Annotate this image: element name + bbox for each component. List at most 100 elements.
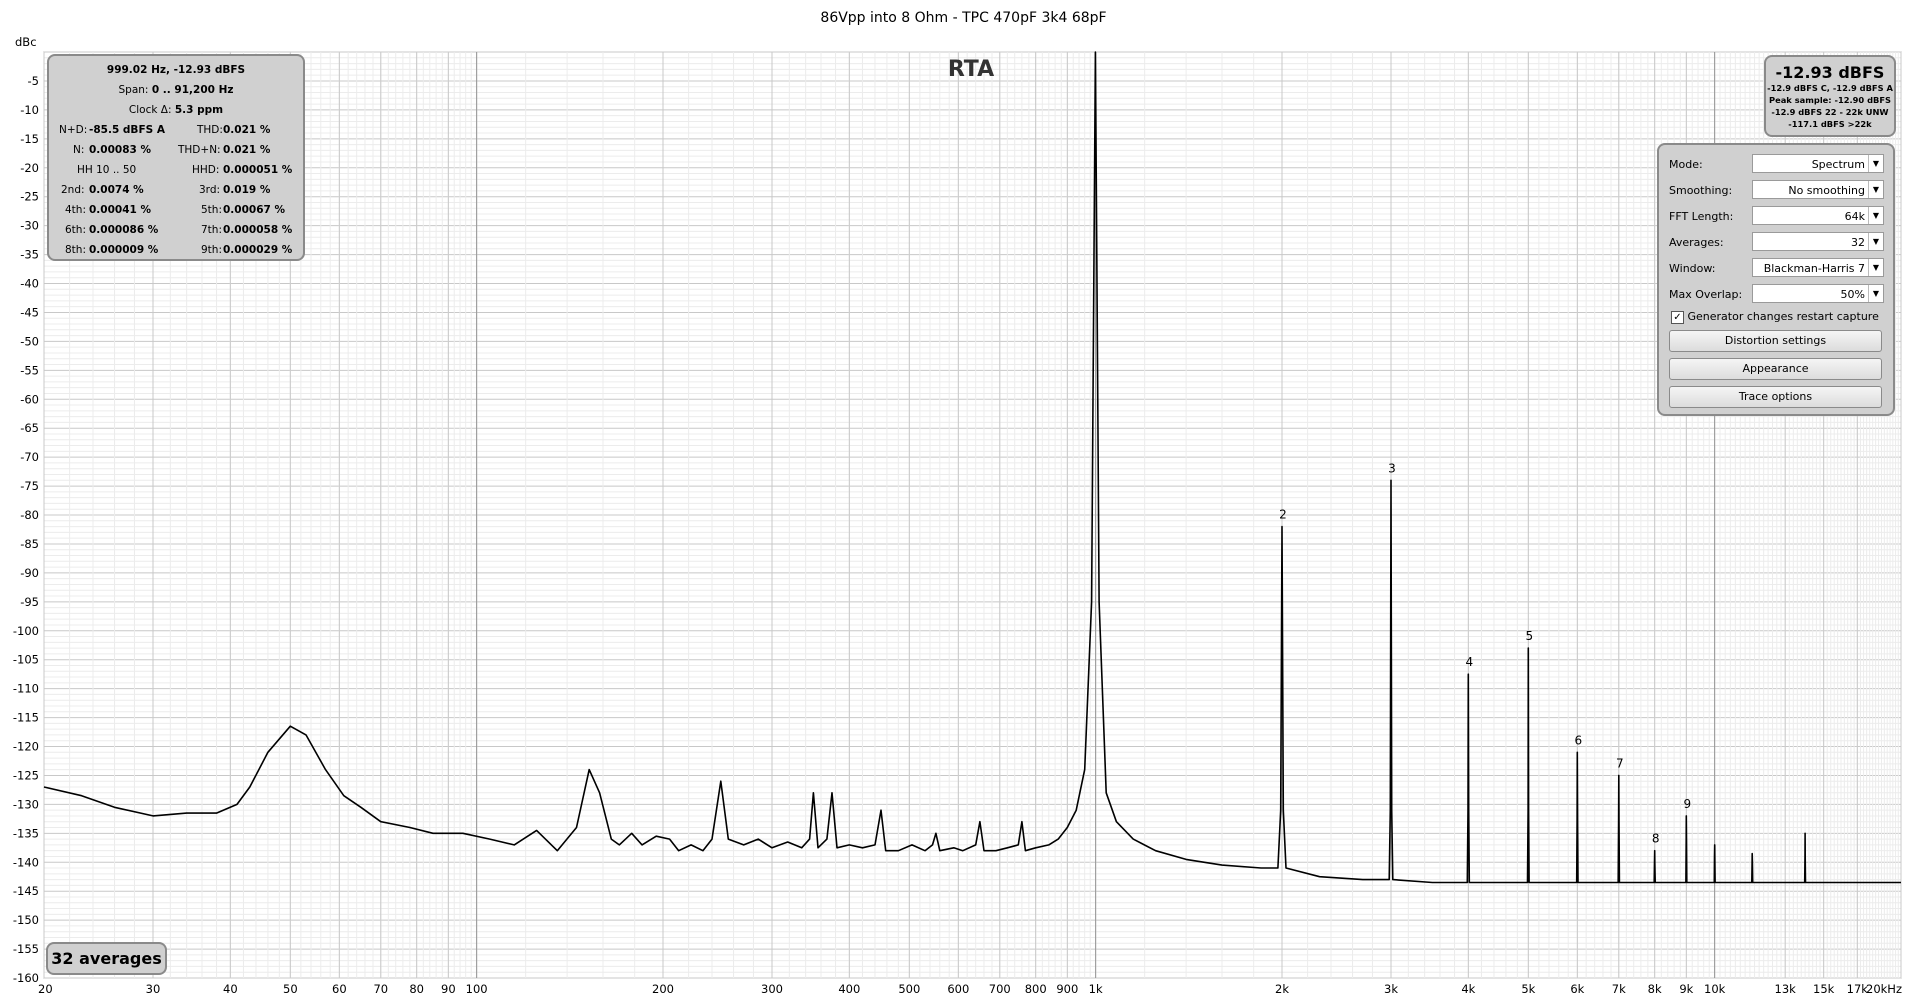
y-tick-label: -40 bbox=[20, 277, 39, 291]
y-tick-label: -85 bbox=[20, 537, 39, 551]
mode-row: Mode: Spectrum ▼ bbox=[1669, 154, 1885, 175]
window-label: Window: bbox=[1669, 262, 1716, 275]
y-tick-label: -140 bbox=[13, 855, 39, 869]
y-tick-label: -45 bbox=[20, 305, 39, 319]
max-overlap-label: Max Overlap: bbox=[1669, 288, 1743, 301]
restart-capture-row: ✓ Generator changes restart capture bbox=[1671, 310, 1879, 324]
y-tick-label: -95 bbox=[20, 595, 39, 609]
y-tick-label: -125 bbox=[13, 768, 39, 782]
chevron-down-icon: ▼ bbox=[1868, 285, 1883, 302]
averages-select[interactable]: 32 ▼ bbox=[1752, 232, 1884, 251]
harmonic-label: 7 bbox=[1616, 756, 1624, 770]
restart-capture-label: Generator changes restart capture bbox=[1687, 310, 1879, 323]
harmonic-label: 4 bbox=[1466, 655, 1474, 669]
fft-length-select[interactable]: 64k ▼ bbox=[1752, 206, 1884, 225]
smoothing-row: Smoothing: No smoothing ▼ bbox=[1669, 180, 1885, 201]
x-tick-label: 13k bbox=[1775, 982, 1797, 996]
x-tick-label: 300 bbox=[761, 982, 783, 996]
y-tick-label: -20 bbox=[20, 161, 39, 175]
y-axis-label: dBc bbox=[15, 35, 37, 49]
x-tick-label: 100 bbox=[466, 982, 488, 996]
y-tick-label: -15 bbox=[20, 132, 39, 146]
x-tick-label: 6k bbox=[1570, 982, 1584, 996]
x-tick-label: 700 bbox=[989, 982, 1011, 996]
info-clock: Clock Δ: 5.3 ppm bbox=[128, 104, 224, 116]
info-header: 999.02 Hz, -12.93 dBFS bbox=[106, 64, 246, 76]
y-tick-label: -70 bbox=[20, 450, 39, 464]
y-tick-label: -155 bbox=[13, 942, 39, 956]
restart-capture-checkbox[interactable]: ✓ bbox=[1671, 310, 1684, 324]
y-tick-label: -5 bbox=[28, 74, 39, 88]
chevron-down-icon: ▼ bbox=[1868, 233, 1883, 250]
max-overlap-select[interactable]: 50% ▼ bbox=[1752, 284, 1884, 303]
y-tick-label: -110 bbox=[13, 682, 39, 696]
rta-overlay-label: RTA bbox=[948, 57, 994, 82]
harmonic-label: 3 bbox=[1388, 461, 1396, 475]
x-tick-label: 7k bbox=[1612, 982, 1626, 996]
y-tick-label: -120 bbox=[13, 740, 39, 754]
y-tick-label: -10 bbox=[20, 103, 39, 117]
chevron-down-icon: ▼ bbox=[1868, 259, 1883, 276]
y-tick-label: -100 bbox=[13, 624, 39, 638]
y-tick-label: -80 bbox=[20, 508, 39, 522]
y-tick-label: -55 bbox=[20, 363, 39, 377]
window-select[interactable]: Blackman-Harris 7 ▼ bbox=[1752, 258, 1884, 277]
x-tick-label: 1k bbox=[1089, 982, 1103, 996]
y-tick-label: -25 bbox=[20, 190, 39, 204]
info-span: Span: 0 .. 91,200 Hz bbox=[118, 84, 234, 96]
x-tick-label: 800 bbox=[1025, 982, 1047, 996]
y-tick-label: -130 bbox=[13, 797, 39, 811]
chart-title: 86Vpp into 8 Ohm - TPC 470pF 3k4 68pF bbox=[820, 10, 1106, 26]
level-main: -12.93 dBFS bbox=[1775, 63, 1885, 82]
window-row: Window: Blackman-Harris 7 ▼ bbox=[1669, 258, 1885, 279]
harmonic-label: 5 bbox=[1526, 629, 1534, 643]
fft-length-label: FFT Length: bbox=[1669, 210, 1734, 223]
smoothing-select[interactable]: No smoothing ▼ bbox=[1752, 180, 1884, 199]
level-line-3: -12.9 dBFS 22 - 22k UNW bbox=[1771, 107, 1889, 117]
level-line-4: -117.1 dBFS >22k bbox=[1788, 119, 1872, 129]
x-tick-label: 3k bbox=[1384, 982, 1398, 996]
averages-label: Averages: bbox=[1669, 236, 1724, 249]
harmonic-label: 2 bbox=[1279, 508, 1287, 522]
x-tick-label: 80 bbox=[409, 982, 424, 996]
y-tick-label: -75 bbox=[20, 479, 39, 493]
chevron-down-icon: ▼ bbox=[1868, 207, 1883, 224]
x-tick-label: 400 bbox=[838, 982, 860, 996]
harmonic-label: 8 bbox=[1652, 832, 1660, 846]
level-meter-box: -12.93 dBFS -12.9 dBFS C, -12.9 dBFS A P… bbox=[1764, 55, 1896, 137]
averages-badge: 32 averages bbox=[46, 942, 167, 975]
y-tick-label: -35 bbox=[20, 248, 39, 262]
x-tick-label: 15k bbox=[1813, 982, 1835, 996]
harmonic-label: 6 bbox=[1575, 733, 1583, 747]
level-line-1: -12.9 dBFS C, -12.9 dBFS A bbox=[1767, 83, 1893, 93]
trace-options-button[interactable]: Trace options bbox=[1669, 386, 1882, 408]
y-tick-label: -60 bbox=[20, 392, 39, 406]
max-overlap-row: Max Overlap: 50% ▼ bbox=[1669, 284, 1885, 305]
x-tick-label: 9k bbox=[1679, 982, 1693, 996]
x-tick-label: 900 bbox=[1056, 982, 1078, 996]
averages-row: Averages: 32 ▼ bbox=[1669, 232, 1885, 253]
x-tick-label: 40 bbox=[223, 982, 238, 996]
x-tick-label: 5k bbox=[1521, 982, 1535, 996]
y-tick-label: -30 bbox=[20, 219, 39, 233]
rta-controls-panel: Mode: Spectrum ▼ Smoothing: No smoothing ▼… bbox=[1657, 143, 1895, 416]
y-tick-label: -105 bbox=[13, 653, 39, 667]
y-tick-label: -50 bbox=[20, 334, 39, 348]
harmonic-label: 9 bbox=[1684, 797, 1692, 811]
chevron-down-icon: ▼ bbox=[1868, 181, 1883, 198]
level-line-2: Peak sample: -12.90 dBFS bbox=[1769, 95, 1891, 105]
appearance-button[interactable]: Appearance bbox=[1669, 358, 1882, 380]
y-tick-label: -90 bbox=[20, 566, 39, 580]
fft-length-row: FFT Length: 64k ▼ bbox=[1669, 206, 1885, 227]
measurement-info-panel: 999.02 Hz, -12.93 dBFS Span: 0 .. 91,200… bbox=[47, 54, 305, 261]
x-tick-label: 10k bbox=[1704, 982, 1726, 996]
x-tick-label: 60 bbox=[332, 982, 347, 996]
smoothing-label: Smoothing: bbox=[1669, 184, 1733, 197]
chevron-down-icon: ▼ bbox=[1868, 155, 1883, 172]
x-tick-label: 600 bbox=[947, 982, 969, 996]
x-tick-label: 8k bbox=[1648, 982, 1662, 996]
x-tick-label: 20 bbox=[38, 982, 53, 996]
distortion-settings-button[interactable]: Distortion settings bbox=[1669, 330, 1882, 352]
x-tick-label: 70 bbox=[373, 982, 388, 996]
mode-select[interactable]: Spectrum ▼ bbox=[1752, 154, 1884, 173]
